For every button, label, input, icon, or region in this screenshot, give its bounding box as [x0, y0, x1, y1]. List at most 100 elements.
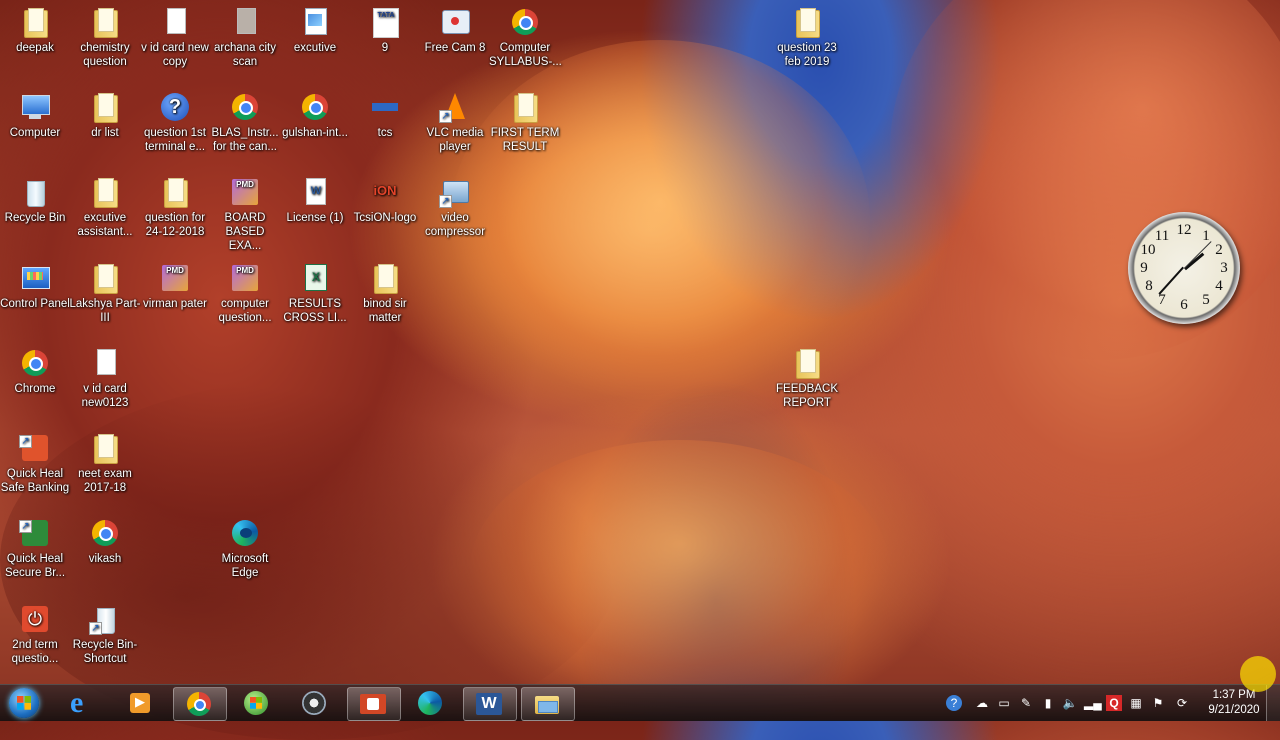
desktop-icon-recycle-bin[interactable]: Recycle Bin [0, 170, 71, 225]
taskbar-button-media-player[interactable] [115, 687, 167, 719]
taskbar-button-word[interactable] [463, 687, 517, 721]
battery-icon[interactable]: ▮ [1040, 695, 1056, 711]
folder-icon [89, 91, 121, 123]
desktop-icon-computer-question[interactable]: computer question... [209, 256, 281, 325]
desktop-icon-archana-city-scan[interactable]: archana city scan [209, 0, 281, 69]
media-player-icon [127, 690, 153, 716]
folder-icon [509, 91, 541, 123]
desktop-icon-tcs[interactable]: tcs [349, 85, 421, 140]
desktop-icon-lakshya-part-iii[interactable]: Lakshya Part-III [69, 256, 141, 325]
system-tray: ? ☁ ▭ ✎ ▮ 🔈 ▂▄ Q ▦ ⚑ ⟳ [942, 685, 1202, 721]
desktop-icon-chrome[interactable]: Chrome [0, 341, 71, 396]
image-file-icon [229, 6, 261, 38]
recycle-bin-icon [19, 176, 51, 208]
cloud-icon[interactable]: ☁ [974, 695, 990, 711]
power-icon [19, 603, 51, 635]
monitor-icon[interactable]: ▭ [996, 695, 1012, 711]
desktop-icon-excutive-assistant[interactable]: excutive assistant... [69, 170, 141, 239]
pen-icon[interactable]: ✎ [1018, 695, 1034, 711]
desktop-icon-quick-heal-safe-banking[interactable]: Quick Heal Safe Banking [0, 426, 71, 495]
speaker-icon[interactable]: 🔈 [1062, 695, 1078, 711]
desktop-icon-blas-instr[interactable]: BLAS_Instr... for the can... [209, 85, 281, 154]
clock-number: 8 [1145, 278, 1153, 294]
powerpoint-icon [360, 691, 386, 717]
desktop-icon-computer-syllabus[interactable]: Computer SYLLABUS-... [489, 0, 562, 69]
desktop-icon-gulshan-int[interactable]: gulshan-int... [279, 85, 351, 140]
chrome-icon [229, 91, 261, 123]
explorer-icon [534, 691, 560, 717]
taskbar-button-windows-app[interactable] [231, 687, 283, 719]
taskbar-button-explorer[interactable] [521, 687, 575, 721]
desktop-icon-dr-list[interactable]: dr list [69, 85, 141, 140]
taskbar-button-edge[interactable] [405, 687, 457, 719]
desktop-icon-neet-exam-2017-18[interactable]: neet exam 2017-18 [69, 426, 141, 495]
desktop-icon-binod-sir-matter[interactable]: binod sir matter [349, 256, 421, 325]
pmd-icon [229, 262, 261, 294]
desktop-icon-quick-heal-secure-browser[interactable]: Quick Heal Secure Br... [0, 511, 71, 580]
taskbar-button-chrome[interactable] [173, 687, 227, 721]
taskbar-button-video-app[interactable] [289, 687, 341, 719]
quick-heal-tray-icon[interactable]: Q [1106, 695, 1122, 711]
computer-icon [19, 91, 51, 123]
desktop-icon-v-id-card-new-copy[interactable]: v id card new copy [139, 0, 211, 69]
document-icon [159, 6, 191, 38]
folder-icon [89, 262, 121, 294]
network-signal-icon[interactable]: ▂▄ [1084, 695, 1102, 711]
flag-icon[interactable]: ⚑ [1150, 695, 1166, 711]
desktop-icon-2nd-term-question[interactable]: 2nd term questio... [0, 597, 71, 666]
start-button[interactable] [4, 686, 44, 720]
desktop-icon-free-cam-8[interactable]: Free Cam 8 [419, 0, 491, 55]
desktop-icon-deepak[interactable]: deepak [0, 0, 71, 55]
desktop-icon-board-based-exa[interactable]: BOARD BASED EXA... [209, 170, 281, 253]
help-icon[interactable]: ? [946, 695, 962, 711]
desktop-icon-microsoft-edge[interactable]: Microsoft Edge [209, 511, 281, 580]
desktop-icon-control-panel[interactable]: Control Panel [0, 256, 71, 311]
ie-icon [70, 686, 96, 720]
control-panel-icon [19, 262, 51, 294]
desktop-icon-license-1[interactable]: License (1) [279, 170, 351, 225]
desktop-icon-virman-pater[interactable]: virman pater [139, 256, 211, 311]
word-doc-icon [299, 176, 331, 208]
desktop-icon-v-id-card-new0123[interactable]: v id card new0123 [69, 341, 141, 410]
clock-hour-hand [1184, 252, 1205, 271]
sheet-icon [299, 6, 331, 38]
desktop-icon-tcsion-logo[interactable]: TcsiON-logo [349, 170, 421, 225]
desktop-icon-video-compressor[interactable]: video compressor [419, 170, 491, 239]
desktop-icon-computer[interactable]: Computer [0, 85, 71, 140]
folder-icon [159, 176, 191, 208]
help-icon [159, 91, 191, 123]
taskbar-clock[interactable]: 1:37 PM 9/21/2020 [1204, 688, 1264, 718]
show-desktop-button[interactable] [1266, 685, 1280, 721]
pmd-icon [159, 262, 191, 294]
taskbar-button-internet-explorer[interactable] [58, 686, 110, 720]
update-icon[interactable]: ⟳ [1174, 695, 1190, 711]
video-reel-icon [301, 690, 327, 716]
tata-icon [369, 6, 401, 38]
word-icon [476, 691, 502, 717]
folder-icon [89, 176, 121, 208]
taskbar-button-powerpoint[interactable] [347, 687, 401, 721]
desktop-icon-vlc-media-player[interactable]: VLC media player [419, 85, 491, 154]
desktop-icon-vikash[interactable]: vikash [69, 511, 141, 566]
desktop-icon-question-for-24-12-2018[interactable]: question for 24-12-2018 [139, 170, 211, 239]
clock-gadget[interactable]: 12 1 2 3 4 5 6 7 8 9 10 11 [1128, 212, 1240, 324]
desktop-icon-question-1st-terminal[interactable]: question 1st terminal e... [139, 85, 211, 154]
windows-icon [243, 690, 269, 716]
chrome-icon [89, 517, 121, 549]
chrome-icon [509, 6, 541, 38]
desktop-icon-results-cross-li[interactable]: RESULTS CROSS LI... [279, 256, 351, 325]
desktop-icon-chemistry-question[interactable]: chemistry question [69, 0, 141, 69]
edge-icon [229, 517, 261, 549]
clock-number: 2 [1215, 242, 1223, 258]
folder-icon [89, 6, 121, 38]
clock-minute-hand [1158, 266, 1184, 295]
grid-icon[interactable]: ▦ [1128, 695, 1144, 711]
desktop-icon-recycle-bin-shortcut[interactable]: Recycle Bin-Shortcut [69, 597, 141, 666]
desktop-icon-feedback-report[interactable]: FEEDBACK REPORT [771, 341, 843, 410]
desktop-icon-first-term-result[interactable]: FIRST TERM RESULT [489, 85, 561, 154]
desktop-icon-question-23-feb-2019[interactable]: question 23 feb 2019 [771, 0, 843, 69]
desktop-icon-excutive[interactable]: excutive [279, 0, 351, 55]
quick-heal-icon [19, 432, 51, 464]
desktop-icon-9[interactable]: 9 [349, 0, 421, 55]
clock-number: 3 [1220, 260, 1228, 276]
